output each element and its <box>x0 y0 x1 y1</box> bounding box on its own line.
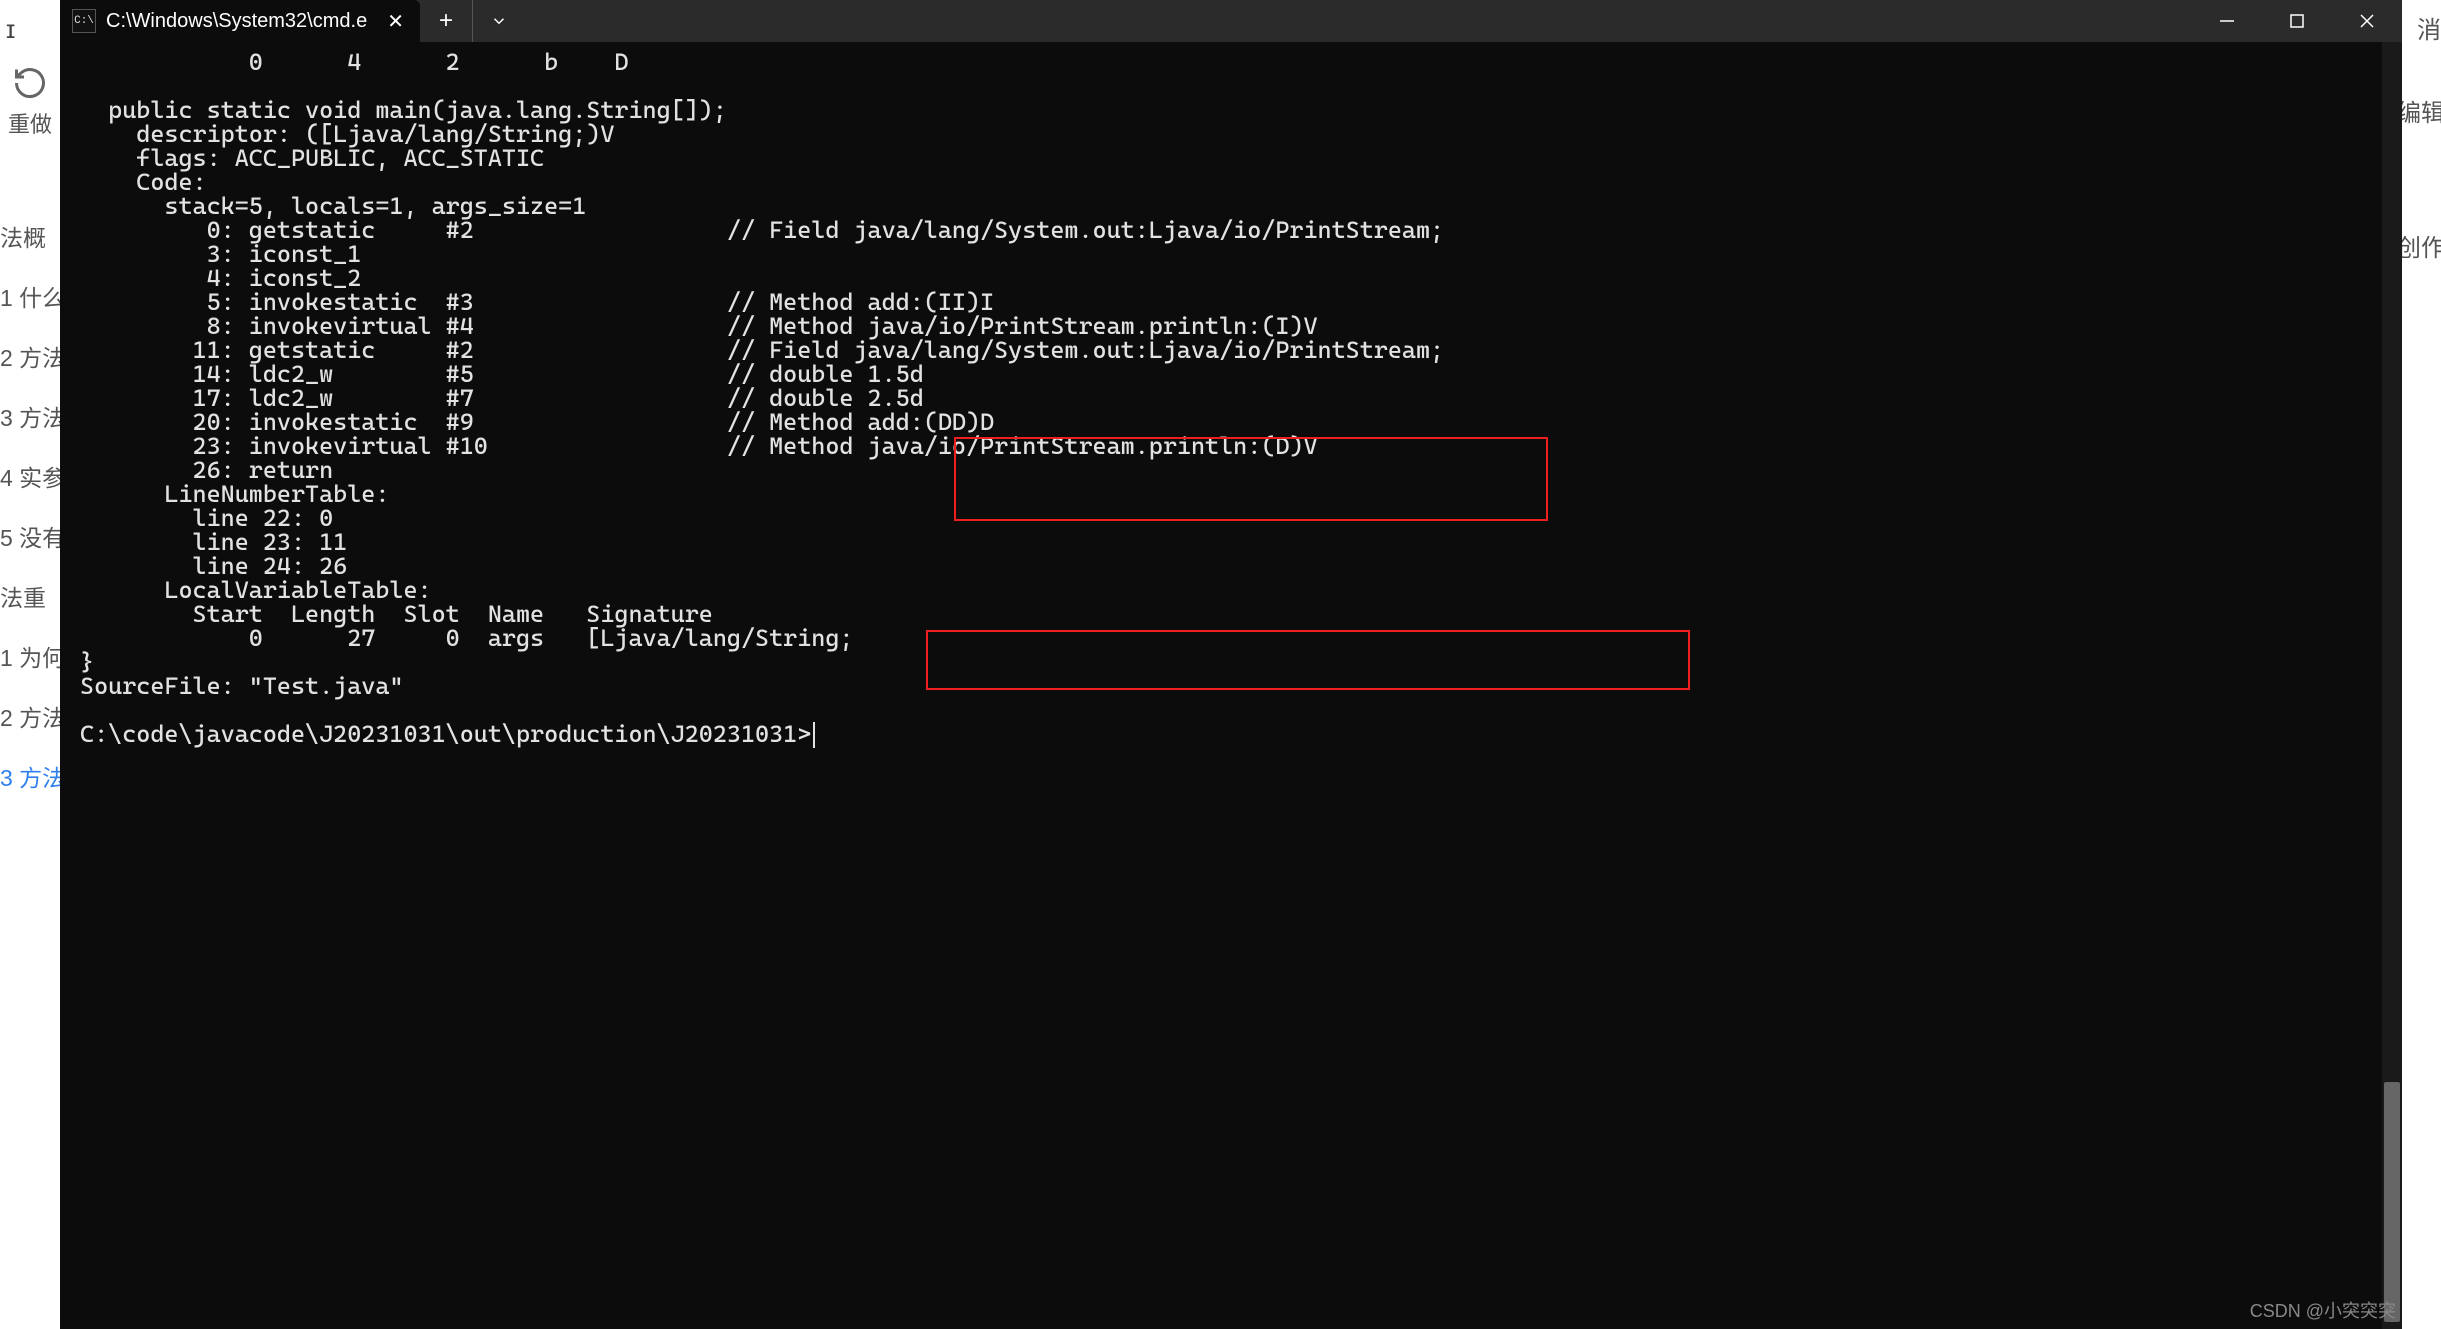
left-panel: ɪ 重做 法概1 什么2 方法3 方法4 实参5 没有法重1 为何2 方法3 方… <box>0 0 61 1329</box>
right-item[interactable]: 消 <box>2397 10 2441 45</box>
maximize-button[interactable] <box>2262 0 2332 42</box>
left-nav-item[interactable]: 2 方法 <box>0 699 65 733</box>
tab-dropdown-button[interactable] <box>473 0 525 42</box>
right-item[interactable]: 创作 <box>2397 228 2441 263</box>
close-window-button[interactable] <box>2332 0 2402 42</box>
app-fragment: ɪ <box>0 0 60 45</box>
tab-title: C:\Windows\System32\cmd.e <box>106 10 367 33</box>
close-tab-icon[interactable]: ✕ <box>367 9 404 34</box>
terminal-line: C:\code\javacode\J20231031\out\productio… <box>80 720 811 748</box>
left-nav-item[interactable]: 3 方法 <box>0 759 65 793</box>
right-panel: 消 编辑 创作 <box>2396 0 2441 1329</box>
terminal-line: 0 27 0 args [Ljava/lang/String; <box>80 624 853 652</box>
left-nav-item[interactable]: 1 为何 <box>0 639 65 673</box>
left-nav-item[interactable]: 3 方法 <box>0 399 65 433</box>
left-nav-item[interactable]: 5 没有 <box>0 519 65 553</box>
cmd-icon: C:\ <box>72 9 96 33</box>
tab-active[interactable]: C:\ C:\Windows\System32\cmd.e ✕ <box>60 0 420 42</box>
watermark: CSDN @小突突突 <box>2250 1297 2396 1323</box>
terminal-window: C:\ C:\Windows\System32\cmd.e ✕ + 0 4 2 <box>60 0 2402 1329</box>
left-nav-item[interactable]: 2 方法 <box>0 339 65 373</box>
terminal-line: SourceFile: "Test.java" <box>80 672 403 700</box>
titlebar: C:\ C:\Windows\System32\cmd.e ✕ + <box>60 0 2402 42</box>
refresh-button[interactable] <box>0 65 60 101</box>
right-item[interactable]: 编辑 <box>2397 93 2441 128</box>
scrollbar-thumb[interactable] <box>2384 1082 2400 1322</box>
scrollbar[interactable] <box>2382 42 2402 1329</box>
left-nav-item[interactable]: 1 什么 <box>0 279 65 313</box>
minimize-button[interactable] <box>2192 0 2262 42</box>
terminal-output[interactable]: 0 4 2 b D public static void main(java.l… <box>60 42 2402 758</box>
left-nav-item[interactable]: 4 实参 <box>0 459 65 493</box>
left-nav-item[interactable]: 法概 <box>0 219 46 253</box>
cursor <box>813 722 815 748</box>
terminal-line: 0 4 2 b D <box>80 48 628 76</box>
refresh-label: 重做 <box>0 107 60 139</box>
new-tab-button[interactable]: + <box>420 0 473 42</box>
left-nav-item[interactable]: 法重 <box>0 579 46 613</box>
